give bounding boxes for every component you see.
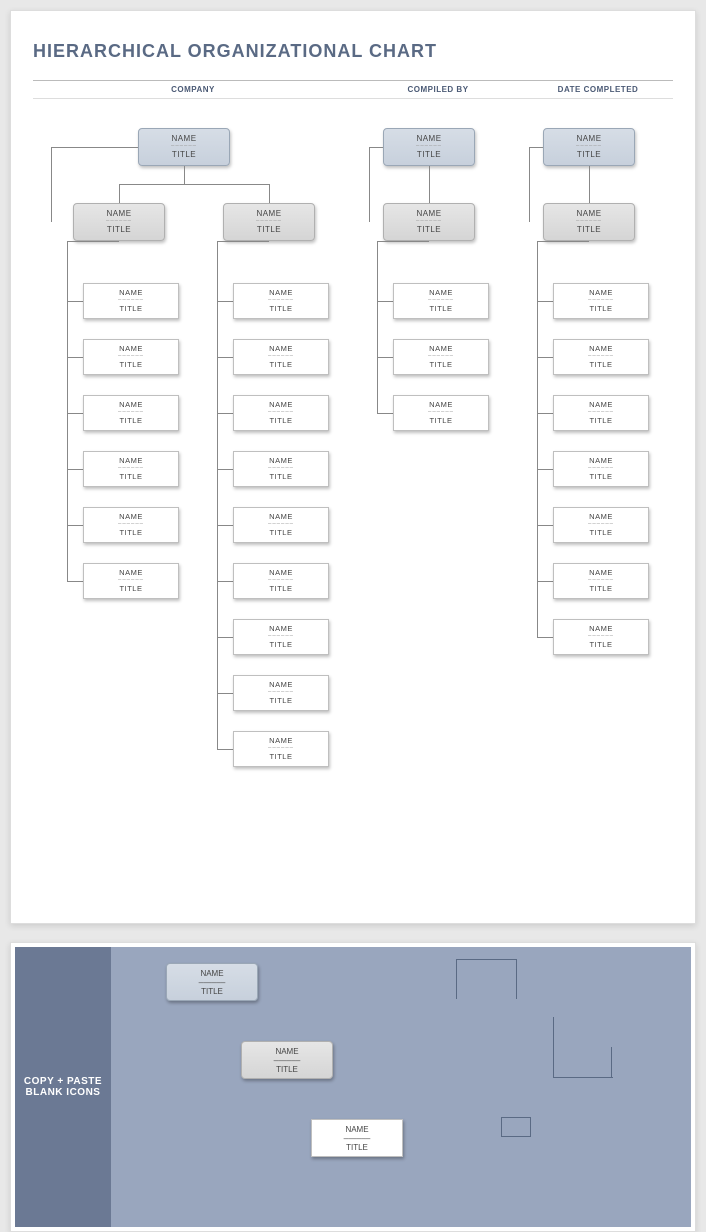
palette-node-grey[interactable]: NAME––––––TITLE bbox=[241, 1041, 333, 1079]
connector-line bbox=[51, 147, 138, 148]
report-node[interactable]: NAME––––––TITLE bbox=[553, 507, 649, 543]
palette-node-white[interactable]: NAME––––––TITLE bbox=[311, 1119, 403, 1157]
connector-line bbox=[217, 241, 218, 749]
manager-node[interactable]: NAME––––––TITLE bbox=[543, 203, 635, 241]
connector-line bbox=[51, 147, 52, 222]
connector-line bbox=[217, 693, 233, 694]
report-node[interactable]: NAME––––––TITLE bbox=[233, 283, 329, 319]
connector-line bbox=[377, 241, 429, 242]
palette-canvas: NAME––––––TITLE NAME––––––TITLE NAME––––… bbox=[111, 947, 691, 1227]
connector-line bbox=[217, 469, 233, 470]
connector-line bbox=[217, 301, 233, 302]
connector-line bbox=[377, 301, 393, 302]
head-node[interactable]: NAME––––––TITLE bbox=[383, 128, 475, 166]
connector-line bbox=[184, 166, 185, 184]
report-node[interactable]: NAME––––––TITLE bbox=[553, 339, 649, 375]
report-node[interactable]: NAME––––––TITLE bbox=[233, 451, 329, 487]
report-node[interactable]: NAME––––––TITLE bbox=[233, 563, 329, 599]
connector-line bbox=[537, 469, 553, 470]
connector-line bbox=[119, 184, 120, 203]
palette-node-blue[interactable]: NAME––––––TITLE bbox=[166, 963, 258, 1001]
report-node[interactable]: NAME––––––TITLE bbox=[553, 395, 649, 431]
palette-label: COPY + PASTE BLANK ICONS bbox=[15, 947, 111, 1227]
connector-line bbox=[589, 166, 590, 203]
connector-line bbox=[217, 749, 233, 750]
connector-line bbox=[119, 184, 269, 185]
report-node[interactable]: NAME––––––TITLE bbox=[233, 395, 329, 431]
report-node[interactable]: NAME––––––TITLE bbox=[233, 675, 329, 711]
connector-line bbox=[537, 525, 553, 526]
connector-line bbox=[217, 241, 269, 242]
connector-line bbox=[217, 525, 233, 526]
report-node[interactable]: NAME––––––TITLE bbox=[393, 283, 489, 319]
report-node[interactable]: NAME––––––TITLE bbox=[233, 507, 329, 543]
report-node[interactable]: NAME––––––TITLE bbox=[83, 283, 179, 319]
report-node[interactable]: NAME––––––TITLE bbox=[553, 563, 649, 599]
connector-line bbox=[537, 581, 553, 582]
palette-page: COPY + PASTE BLANK ICONS NAME––––––TITLE… bbox=[10, 942, 696, 1232]
connector-line bbox=[67, 469, 83, 470]
connector-line bbox=[377, 357, 393, 358]
report-node[interactable]: NAME––––––TITLE bbox=[553, 451, 649, 487]
connector-line bbox=[67, 357, 83, 358]
report-node[interactable]: NAME––––––TITLE bbox=[83, 507, 179, 543]
connector-line bbox=[377, 413, 393, 414]
report-node[interactable]: NAME––––––TITLE bbox=[233, 731, 329, 767]
report-node[interactable]: NAME––––––TITLE bbox=[83, 451, 179, 487]
connector-line bbox=[537, 357, 553, 358]
report-node[interactable]: NAME––––––TITLE bbox=[233, 339, 329, 375]
connector-line bbox=[377, 241, 378, 413]
header-compiled: COMPILED BY bbox=[353, 85, 523, 94]
connector-line bbox=[67, 525, 83, 526]
manager-node[interactable]: NAME––––––TITLE bbox=[223, 203, 315, 241]
connector-line bbox=[429, 166, 430, 203]
header-company: COMPANY bbox=[33, 85, 353, 94]
report-node[interactable]: NAME––––––TITLE bbox=[83, 339, 179, 375]
report-node[interactable]: NAME––––––TITLE bbox=[83, 563, 179, 599]
org-chart: NAME––––––TITLE NAME––––––TITLE NAME––––––… bbox=[33, 123, 673, 883]
head-node[interactable]: NAME––––––TITLE bbox=[543, 128, 635, 166]
connector-line bbox=[217, 357, 233, 358]
connector-line bbox=[369, 147, 370, 222]
page-title: HIERARCHICAL ORGANIZATIONAL CHART bbox=[33, 41, 673, 62]
report-node[interactable]: NAME––––––TITLE bbox=[233, 619, 329, 655]
connector-line bbox=[369, 147, 383, 148]
manager-node[interactable]: NAME––––––TITLE bbox=[383, 203, 475, 241]
header-date: DATE COMPLETED bbox=[523, 85, 673, 94]
connector-line bbox=[67, 413, 83, 414]
connector-line bbox=[217, 581, 233, 582]
connector-line bbox=[537, 637, 553, 638]
connector-line bbox=[537, 301, 553, 302]
connector-line bbox=[529, 147, 543, 148]
document-page: HIERARCHICAL ORGANIZATIONAL CHART COMPAN… bbox=[10, 10, 696, 924]
report-node[interactable]: NAME––––––TITLE bbox=[553, 619, 649, 655]
header-row: COMPANY COMPILED BY DATE COMPLETED bbox=[33, 80, 673, 99]
connector-line bbox=[537, 413, 553, 414]
connector-line bbox=[529, 147, 530, 222]
report-node[interactable]: NAME––––––TITLE bbox=[553, 283, 649, 319]
connector-line bbox=[269, 184, 270, 203]
manager-node[interactable]: NAME––––––TITLE bbox=[73, 203, 165, 241]
report-node[interactable]: NAME––––––TITLE bbox=[83, 395, 179, 431]
connector-line bbox=[67, 241, 68, 581]
connector-line bbox=[217, 413, 233, 414]
connector-line bbox=[67, 301, 83, 302]
report-node[interactable]: NAME––––––TITLE bbox=[393, 339, 489, 375]
report-node[interactable]: NAME––––––TITLE bbox=[393, 395, 489, 431]
connector-line bbox=[537, 241, 589, 242]
head-node[interactable]: NAME––––––TITLE bbox=[138, 128, 230, 166]
connector-line bbox=[67, 241, 119, 242]
connector-line bbox=[67, 581, 83, 582]
connector-line bbox=[217, 637, 233, 638]
